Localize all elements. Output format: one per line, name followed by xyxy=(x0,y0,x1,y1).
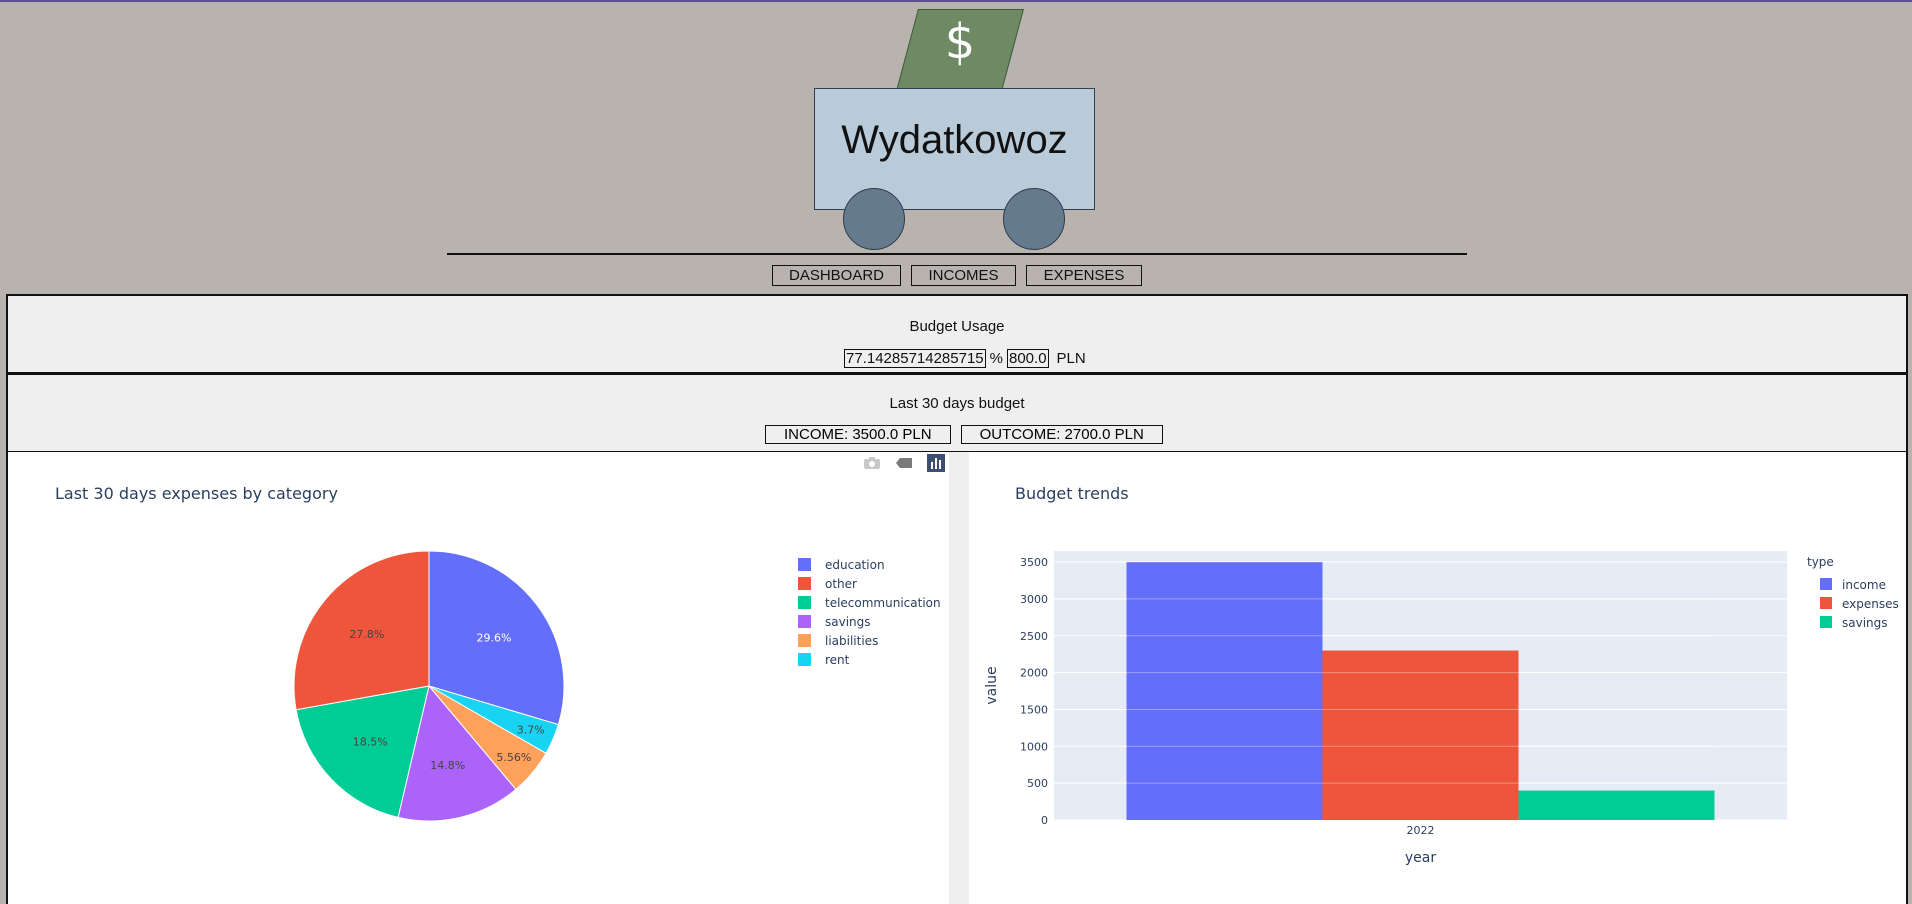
legend-swatch-education xyxy=(798,558,811,571)
outcome-summary: OUTCOME: 2700.0 PLN xyxy=(960,425,1163,444)
y-tick-label: 3000 xyxy=(1020,593,1048,606)
legend-label-income: income xyxy=(1842,578,1886,592)
legend-swatch-income xyxy=(1820,578,1832,590)
nav-dashboard-button[interactable]: DASHBOARD xyxy=(772,265,901,286)
legend-swatch-savings xyxy=(798,615,811,628)
legend-swatch-rent xyxy=(798,653,811,666)
pie-chart-title: Last 30 days expenses by category xyxy=(55,484,338,503)
pie-label-other: 27.8% xyxy=(349,628,384,641)
bar-income xyxy=(1126,562,1323,820)
x-tick-label: 2022 xyxy=(1407,824,1435,837)
pie-label-rent: 3.7% xyxy=(517,724,545,737)
cart-wheel-right xyxy=(1003,188,1065,250)
legend-label-rent: rent xyxy=(825,653,850,667)
legend-swatch-expenses xyxy=(1820,597,1832,609)
budget-usage-percent: 77.14285714285715 xyxy=(844,349,986,368)
y-tick-label: 500 xyxy=(1027,777,1048,790)
last-30-days-panel: Last 30 days budget INCOME: 3500.0 PLN O… xyxy=(6,373,1908,453)
pie-label-savings: 14.8% xyxy=(430,759,465,772)
legend-title: type xyxy=(1807,555,1834,569)
pie-label-liabilities: 5.56% xyxy=(496,751,531,764)
legend-swatch-savings xyxy=(1820,616,1832,628)
y-tick-label: 0 xyxy=(1041,814,1048,827)
y-tick-label: 2000 xyxy=(1020,667,1048,680)
legend-label-savings: savings xyxy=(1842,616,1888,630)
budget-usage-amount: 800.0 xyxy=(1007,349,1049,368)
y-axis-label: value xyxy=(984,666,1000,704)
legend-label-liabilities: liabilities xyxy=(825,634,878,648)
cart-wheel-left xyxy=(843,188,905,250)
nav-incomes-button[interactable]: INCOMES xyxy=(911,265,1016,286)
legend-label-savings: savings xyxy=(825,615,871,629)
budget-usage-panel: Budget Usage 77.14285714285715 % 800.0 P… xyxy=(6,294,1908,374)
charts-column-gap xyxy=(949,452,969,904)
bar-expenses xyxy=(1322,650,1519,820)
header-divider xyxy=(447,253,1467,255)
y-tick-label: 3500 xyxy=(1020,556,1048,569)
y-tick-label: 1500 xyxy=(1020,703,1048,716)
legend-label-telecommunication: telecommunication xyxy=(825,596,941,610)
percent-unit: % xyxy=(989,350,1003,367)
income-summary: INCOME: 3500.0 PLN xyxy=(765,425,951,444)
main-nav: DASHBOARD INCOMES EXPENSES xyxy=(0,265,1912,286)
legend-swatch-liabilities xyxy=(798,634,811,647)
bar-chart-title: Budget trends xyxy=(1015,484,1129,503)
x-axis-label: year xyxy=(1405,850,1436,866)
legend-swatch-telecommunication xyxy=(798,596,811,609)
cart-logo: $ Wydatkowoz xyxy=(0,0,1912,260)
charts-area: Last 30 days expenses by category 29.6% 3… xyxy=(6,452,1908,904)
app-title: Wydatkowoz xyxy=(841,118,1068,162)
budget-usage-values: 77.14285714285715 % 800.0 PLN xyxy=(844,349,1086,368)
pie-label-telecommunication: 18.5% xyxy=(353,736,388,749)
pie-label-education: 29.6% xyxy=(476,632,511,645)
budget-usage-title: Budget Usage xyxy=(909,318,1005,335)
dollar-sign: $ xyxy=(944,14,976,70)
legend-label-expenses: expenses xyxy=(1842,597,1899,611)
expenses-pie-chart: Last 30 days expenses by category 29.6% 3… xyxy=(55,484,941,822)
nav-expenses-button[interactable]: EXPENSES xyxy=(1026,265,1142,286)
y-tick-label: 2500 xyxy=(1020,630,1048,643)
legend-swatch-other xyxy=(798,577,811,590)
legend-label-other: other xyxy=(825,577,857,591)
last-30-days-title: Last 30 days budget xyxy=(889,395,1025,412)
budget-trends-bar-chart: Budget trends 0 500 1000 1500 2000 2500 3000 35… xyxy=(984,484,1899,866)
bar-savings xyxy=(1518,790,1715,820)
legend-label-education: education xyxy=(825,558,885,572)
currency-label: PLN xyxy=(1056,350,1086,367)
last-30-days-values: INCOME: 3500.0 PLN OUTCOME: 2700.0 PLN xyxy=(765,425,1163,444)
y-tick-label: 1000 xyxy=(1020,740,1048,753)
